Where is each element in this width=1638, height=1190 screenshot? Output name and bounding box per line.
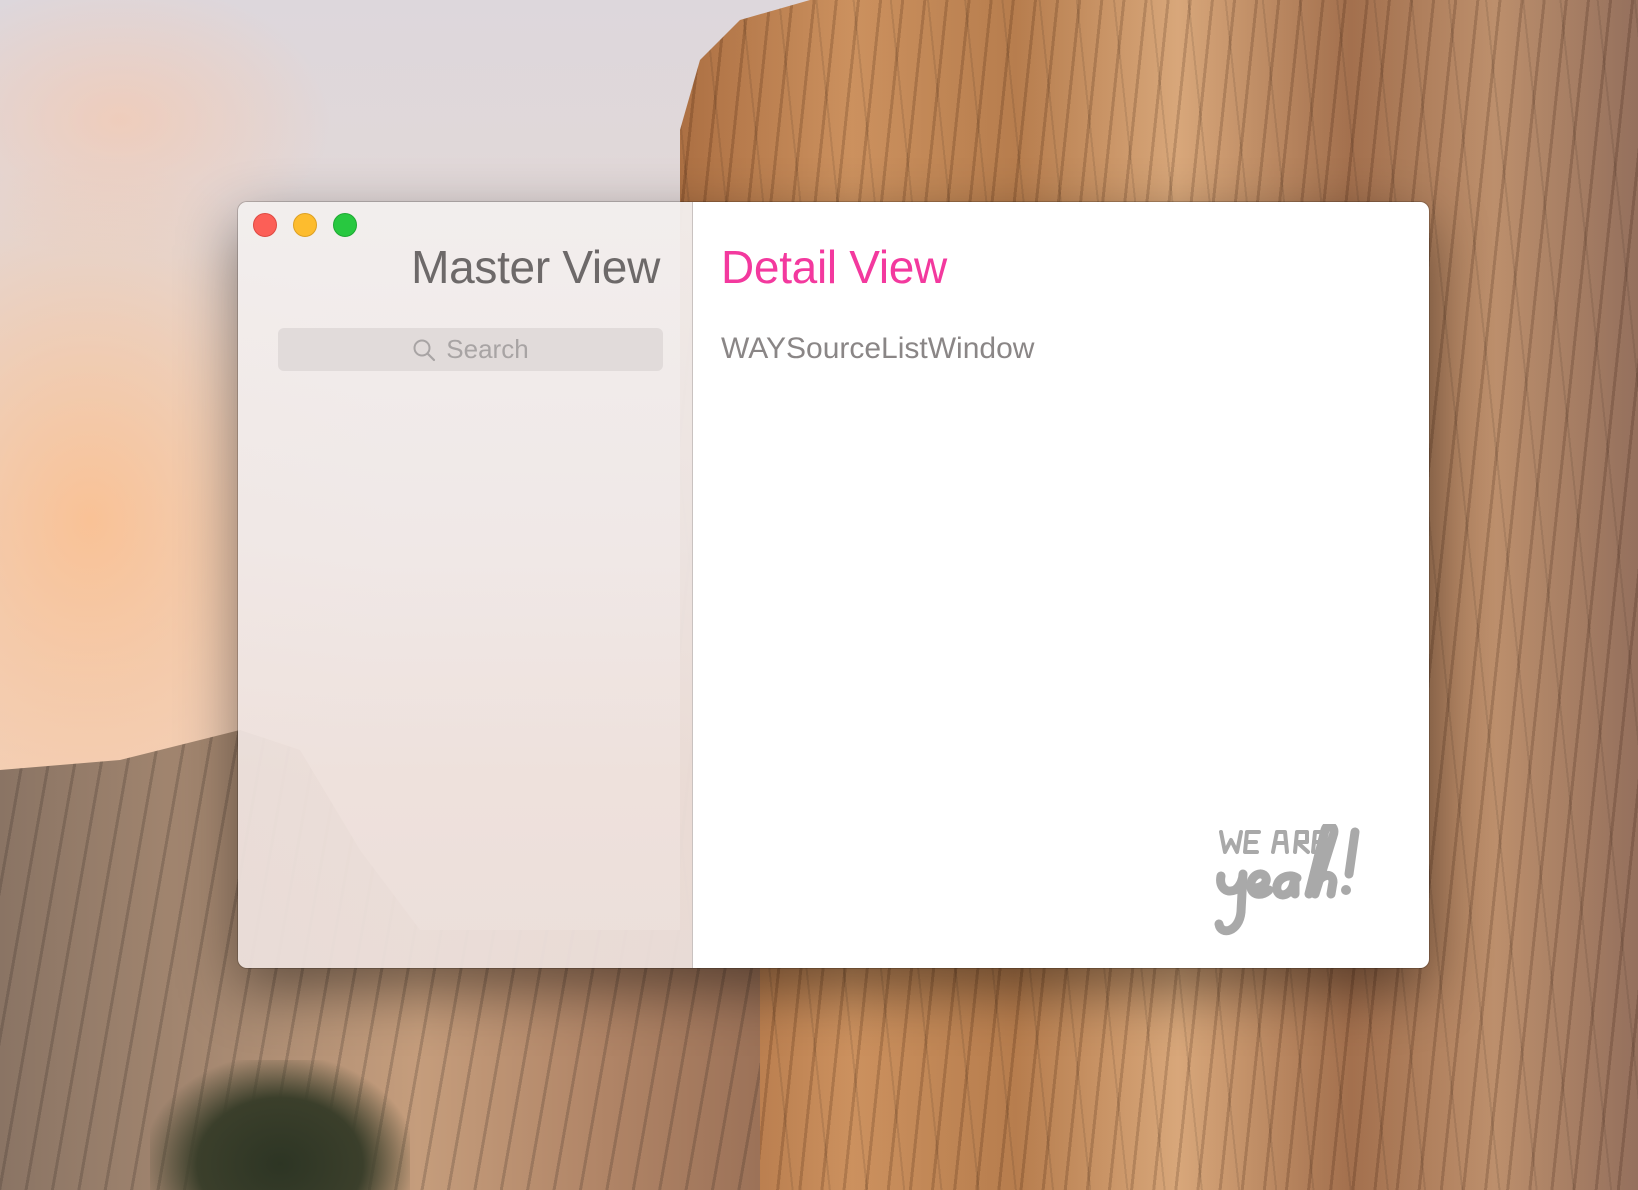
search-input[interactable]: Search: [278, 328, 663, 371]
search-placeholder: Search: [446, 334, 529, 364]
minimize-button[interactable]: [293, 213, 317, 237]
we-are-yeah-logo: [1213, 821, 1393, 954]
detail-pane: Detail View WAYSourceListWindow: [693, 202, 1429, 968]
master-pane: Master View Search: [238, 202, 693, 968]
app-window: Master View Search Detail View WAYSource…: [238, 202, 1429, 968]
search-icon: [412, 338, 436, 362]
zoom-button[interactable]: [333, 213, 357, 237]
trees: [150, 1060, 410, 1190]
desktop-wallpaper: Master View Search Detail View WAYSource…: [0, 0, 1638, 1190]
detail-title: Detail View: [721, 241, 947, 293]
detail-body-text: WAYSourceListWindow: [721, 332, 1035, 365]
master-title: Master View: [411, 241, 660, 293]
close-button[interactable]: [253, 213, 277, 237]
